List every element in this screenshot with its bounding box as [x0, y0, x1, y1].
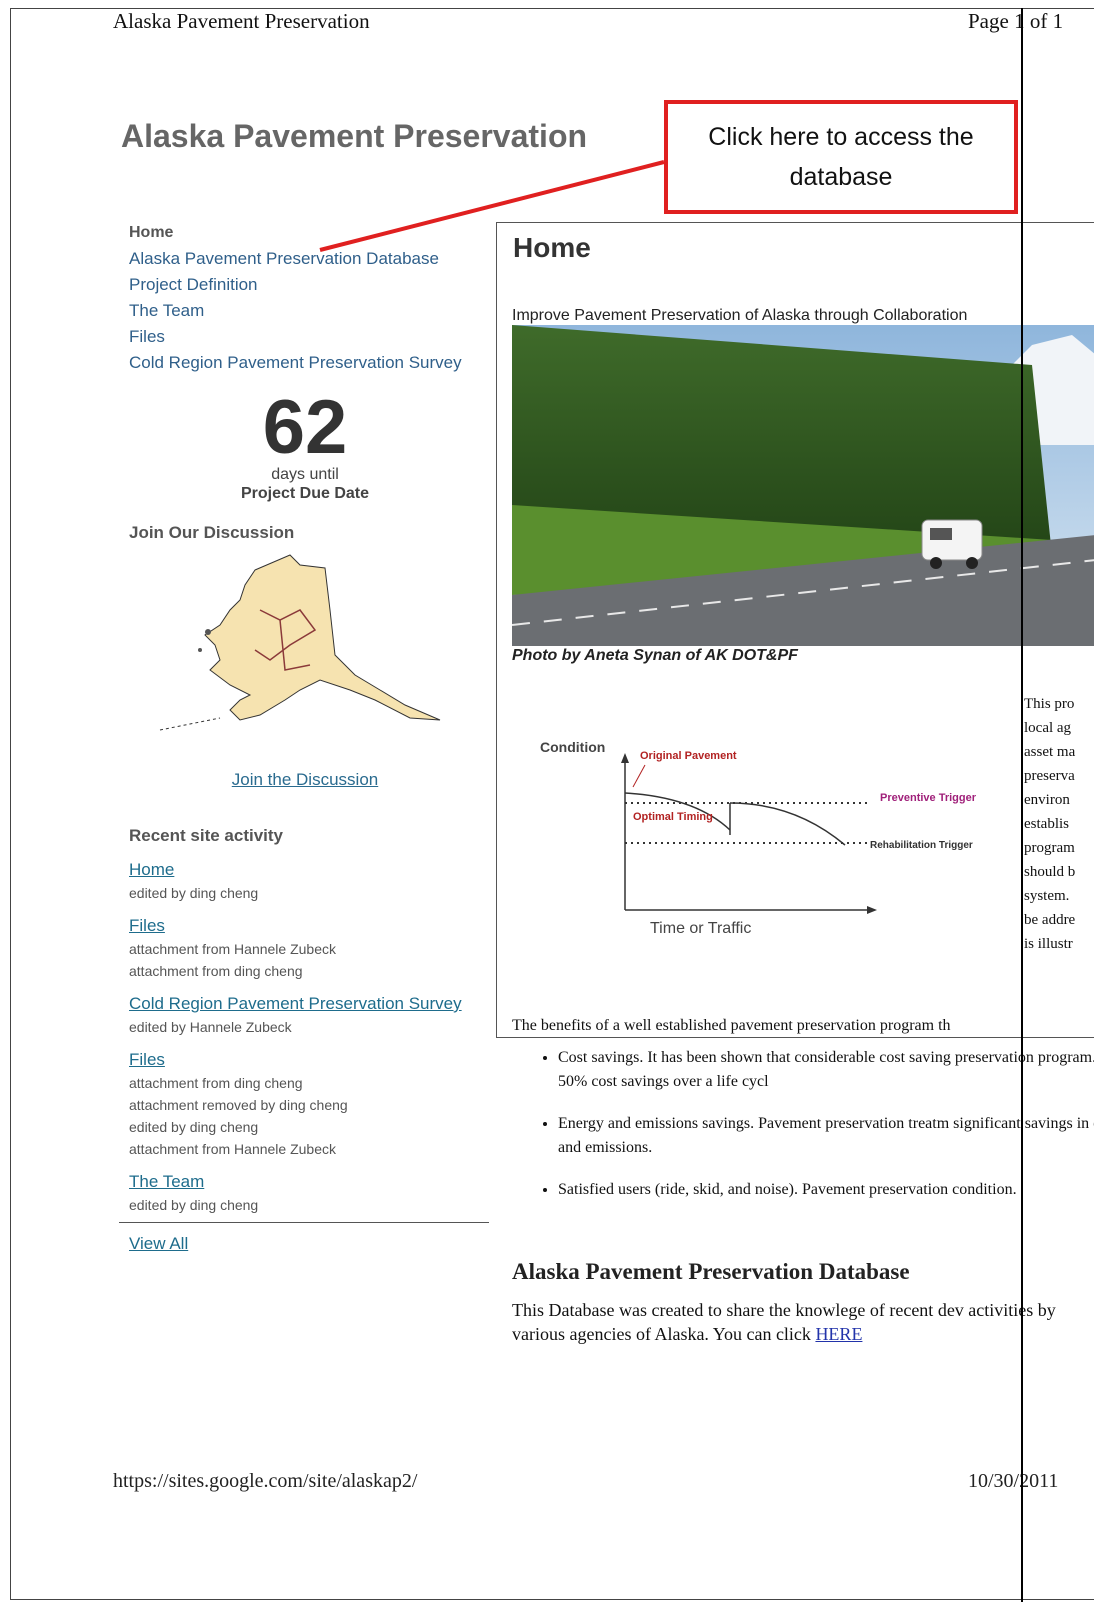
activity-event: edited by ding cheng	[129, 1197, 259, 1213]
activity-event: edited by ding cheng	[129, 1119, 259, 1135]
benefit-item: Energy and emissions savings. Pavement p…	[558, 1112, 1094, 1160]
sidebar-nav: Home Alaska Pavement Preservation Databa…	[129, 220, 462, 376]
activity-group: Files attachment from Hannele Zubeck att…	[129, 914, 489, 982]
print-footer-url: https://sites.google.com/site/alaskap2/	[113, 1470, 418, 1492]
database-text: This Database was created to share the k…	[512, 1300, 1056, 1344]
activity-list: Home edited by ding cheng Files attachme…	[129, 858, 489, 1216]
activity-page-link[interactable]: Files	[129, 1048, 489, 1072]
activity-page-link[interactable]: Cold Region Pavement Preservation Survey	[129, 992, 489, 1016]
activity-heading: Recent site activity	[129, 826, 284, 845]
text-line: be addre	[1024, 912, 1076, 928]
pavement-condition-diagram: Condition Original Pavement Optimal Timi…	[540, 739, 977, 937]
countdown-label: days until	[271, 466, 339, 483]
benefit-item: Cost savings. It has been shown that con…	[558, 1046, 1094, 1094]
countdown-widget: 62 days until Project Due Date	[130, 390, 480, 504]
activity-group: Home edited by ding cheng	[129, 858, 489, 904]
countdown-target: Project Due Date	[240, 485, 370, 502]
diagram-ylabel: Condition	[540, 739, 605, 755]
label-rehab-trigger: Rehabilitation Trigger	[870, 840, 973, 851]
benefits-list: Cost savings. It has been shown that con…	[512, 1046, 1094, 1220]
nav-item-project-definition[interactable]: Project Definition	[129, 275, 258, 294]
benefit-item: Satisfied users (ride, skid, and noise).…	[558, 1178, 1094, 1202]
text-line: should b	[1024, 864, 1076, 880]
label-preventive-trigger: Preventive Trigger	[880, 792, 977, 804]
diagram-xlabel: Time or Traffic	[650, 920, 751, 937]
road-photo	[512, 325, 1094, 646]
photo-caption: Photo by Aneta Synan of AK DOT&PF	[512, 647, 798, 664]
nav-item-files[interactable]: Files	[129, 327, 165, 346]
text-line: establis	[1024, 816, 1069, 832]
activity-event: attachment from Hannele Zubeck	[129, 941, 336, 957]
view-all-link[interactable]: View All	[129, 1234, 188, 1253]
activity-event: attachment from Hannele Zubeck	[129, 1141, 336, 1157]
activity-event: attachment removed by ding cheng	[129, 1097, 348, 1113]
countdown-number: 62	[262, 385, 348, 470]
database-paragraph: This Database was created to share the k…	[512, 1298, 1094, 1346]
text-line: system.	[1024, 888, 1070, 904]
text-line: preserva	[1024, 768, 1075, 784]
activity-event: edited by Hannele Zubeck	[129, 1019, 292, 1035]
nav-item-the-team[interactable]: The Team	[129, 301, 204, 320]
nav-item-database[interactable]: Alaska Pavement Preservation Database	[129, 249, 439, 268]
activity-group: The Team edited by ding cheng	[129, 1170, 489, 1216]
nav-item-home[interactable]: Home	[129, 220, 462, 246]
activity-page-link[interactable]: Home	[129, 858, 489, 882]
activity-group: Cold Region Pavement Preservation Survey…	[129, 992, 489, 1038]
print-footer-date: 10/30/2011	[968, 1470, 1059, 1492]
intro-paragraph-fragment: This pro local ag asset ma preserva envi…	[1024, 692, 1094, 956]
benefits-intro: The benefits of a well established pavem…	[512, 1017, 951, 1034]
activity-event: edited by ding cheng	[129, 885, 259, 901]
tagline: Improve Pavement Preservation of Alaska …	[512, 307, 968, 324]
text-line: environ	[1024, 792, 1070, 808]
text-line: program	[1024, 840, 1075, 856]
activity-group: Files attachment from ding cheng attachm…	[129, 1048, 489, 1160]
join-discussion-link[interactable]: Join the Discussion	[232, 770, 378, 789]
text-line: This pro	[1024, 696, 1075, 712]
database-heading: Alaska Pavement Preservation Database	[512, 1259, 910, 1284]
discussion-heading: Join Our Discussion	[129, 523, 295, 542]
label-original-pavement: Original Pavement	[640, 750, 737, 762]
activity-event: attachment from ding cheng	[129, 1075, 303, 1091]
text-line: local ag	[1024, 720, 1072, 736]
activity-page-link[interactable]: Files	[129, 914, 489, 938]
text-line: is illustr	[1024, 936, 1073, 952]
activity-event: attachment from ding cheng	[129, 963, 303, 979]
nav-item-survey[interactable]: Cold Region Pavement Preservation Survey	[129, 353, 462, 372]
database-here-link[interactable]: HERE	[815, 1324, 862, 1344]
activity-page-link[interactable]: The Team	[129, 1170, 489, 1194]
page-divider-line	[1021, 8, 1023, 1602]
page-title: Home	[513, 232, 591, 263]
activity-divider	[119, 1222, 489, 1223]
alaska-map-icon	[159, 554, 441, 731]
text-line: asset ma	[1024, 744, 1076, 760]
label-optimal-timing: Optimal Timing	[633, 811, 713, 823]
